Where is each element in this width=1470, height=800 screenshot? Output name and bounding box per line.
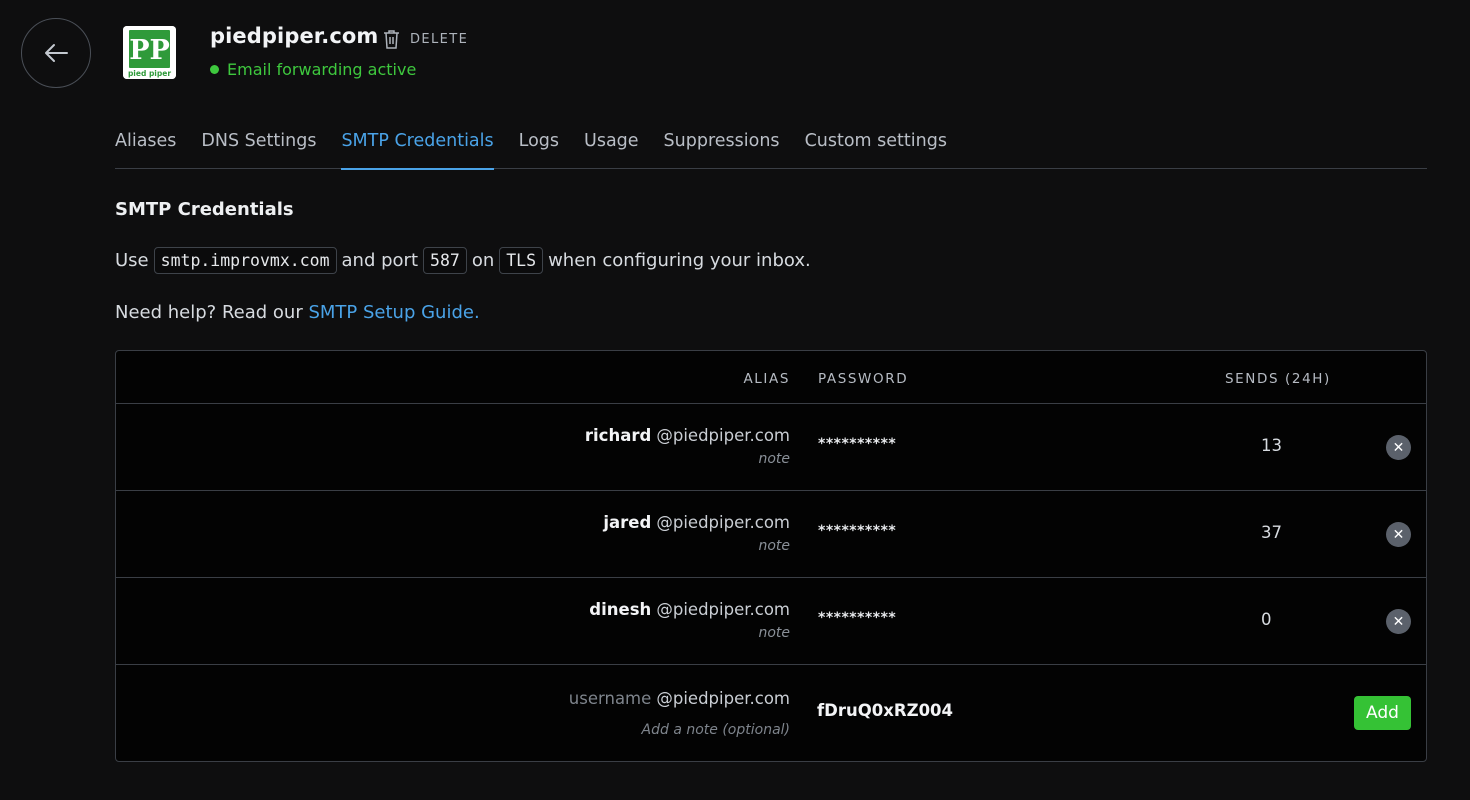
tab-custom-settings[interactable]: Custom settings	[805, 128, 947, 169]
trash-icon	[384, 30, 399, 49]
tab-suppressions[interactable]: Suppressions	[664, 128, 780, 169]
smtp-host-code: smtp.improvmx.com	[153, 247, 337, 274]
close-icon: ✕	[1392, 439, 1405, 456]
help-line: Need help? Read our SMTP Setup Guide.	[115, 302, 480, 323]
domain-logo: PP pied piper	[123, 26, 176, 79]
alias-name: dinesh	[589, 600, 652, 619]
svg-text:PP: PP	[129, 35, 170, 66]
use-prefix: Use	[115, 250, 149, 271]
table-row: dinesh @piedpiper.com note ********** 0 …	[116, 578, 1426, 665]
tab-dns-settings[interactable]: DNS Settings	[201, 128, 316, 169]
username-input[interactable]: username	[569, 689, 652, 708]
new-alias-domain: @piedpiper.com	[656, 689, 790, 708]
tab-smtp-credentials[interactable]: SMTP Credentials	[341, 128, 494, 170]
header-alias: ALIAS	[743, 371, 790, 387]
smtp-usage-instructions: Use smtp.improvmx.com and port 587 on TL…	[115, 247, 811, 274]
smtp-setup-guide-link[interactable]: SMTP Setup Guide.	[308, 302, 479, 323]
smtp-protocol-code: TLS	[499, 247, 544, 274]
note-input[interactable]: Add a note (optional)	[569, 722, 790, 738]
delete-button[interactable]: DELETE	[383, 27, 468, 51]
domain-tabs: Aliases DNS Settings SMTP Credentials Lo…	[115, 128, 1427, 170]
domain-title: piedpiper.com	[210, 24, 379, 48]
alias-domain: @piedpiper.com	[656, 426, 790, 445]
status-dot-icon	[210, 65, 219, 74]
on-text: on	[471, 250, 495, 271]
remove-credential-button[interactable]: ✕	[1386, 609, 1411, 634]
suffix-text: when configuring your inbox.	[548, 250, 811, 271]
remove-credential-button[interactable]: ✕	[1386, 435, 1411, 460]
pied-piper-logo-icon: PP pied piper	[123, 26, 176, 79]
password-value: **********	[818, 436, 897, 452]
table-row: richard @piedpiper.com note ********** 1…	[116, 404, 1426, 491]
alias-domain: @piedpiper.com	[656, 600, 790, 619]
tab-logs[interactable]: Logs	[519, 128, 559, 169]
alias-cell: jared @piedpiper.com note	[603, 513, 790, 554]
remove-credential-button[interactable]: ✕	[1386, 522, 1411, 547]
help-prefix: Need help? Read our	[115, 302, 303, 323]
forwarding-status: Email forwarding active	[210, 60, 416, 79]
table-row: jared @piedpiper.com note ********** 37 …	[116, 491, 1426, 578]
alias-domain: @piedpiper.com	[656, 513, 790, 532]
alias-cell: richard @piedpiper.com note	[585, 426, 790, 467]
back-button[interactable]	[21, 18, 91, 88]
password-value: **********	[818, 523, 897, 539]
password-value: **********	[818, 610, 897, 626]
table-header: ALIAS PASSWORD SENDS (24H)	[116, 351, 1426, 404]
svg-text:pied piper: pied piper	[128, 69, 171, 78]
alias-note[interactable]: note	[589, 625, 790, 641]
tab-aliases[interactable]: Aliases	[115, 128, 176, 169]
status-text: Email forwarding active	[227, 60, 417, 79]
smtp-port-code: 587	[423, 247, 467, 274]
header-sends: SENDS (24H)	[1225, 371, 1331, 387]
generated-password-field[interactable]: fDruQ0xRZ004	[817, 701, 953, 720]
section-title: SMTP Credentials	[115, 199, 294, 220]
alias-name: jared	[603, 513, 652, 532]
alias-note[interactable]: note	[585, 451, 790, 467]
sends-count: 0	[1261, 610, 1272, 629]
delete-label: DELETE	[410, 31, 469, 47]
new-alias-cell: username @piedpiper.com Add a note (opti…	[569, 689, 790, 738]
alias-cell: dinesh @piedpiper.com note	[589, 600, 790, 641]
new-credential-row: username @piedpiper.com Add a note (opti…	[116, 665, 1426, 761]
close-icon: ✕	[1392, 526, 1405, 543]
sends-count: 13	[1261, 436, 1282, 455]
arrow-left-icon	[45, 44, 68, 62]
tab-usage[interactable]: Usage	[584, 128, 639, 169]
alias-name: richard	[584, 426, 652, 445]
and-port-text: and port	[341, 250, 419, 271]
credentials-table: ALIAS PASSWORD SENDS (24H) richard @pied…	[115, 350, 1427, 762]
alias-note[interactable]: note	[603, 538, 790, 554]
header-password: PASSWORD	[818, 371, 909, 387]
close-icon: ✕	[1392, 613, 1405, 630]
add-credential-button[interactable]: Add	[1354, 696, 1411, 730]
sends-count: 37	[1261, 523, 1282, 542]
